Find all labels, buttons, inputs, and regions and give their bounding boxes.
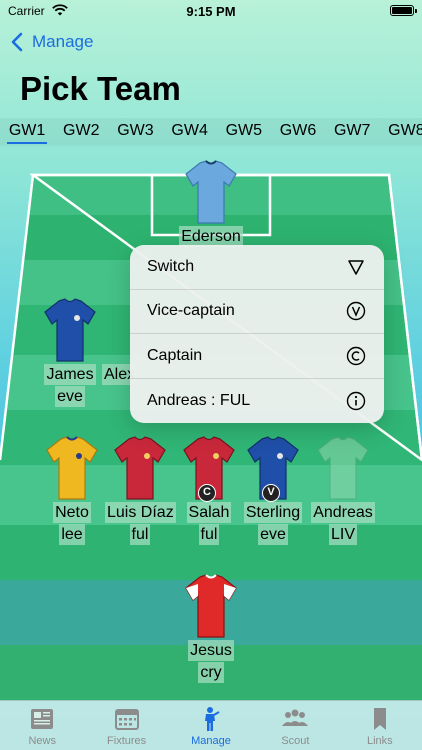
people-icon bbox=[282, 709, 309, 726]
player-name: James bbox=[44, 364, 96, 385]
menu-item-vice-captain[interactable]: Vice-captain bbox=[130, 290, 384, 334]
player-context-menu: Switch Vice-captain Captain Andreas : FU… bbox=[130, 245, 384, 423]
menu-item-label: Captain bbox=[147, 346, 203, 364]
menu-item-label: Andreas : FUL bbox=[147, 391, 251, 409]
tab-news[interactable]: News bbox=[0, 701, 84, 750]
player-gk[interactable]: Ederson bbox=[176, 160, 246, 247]
player-fwd1[interactable]: Jesus cry bbox=[176, 574, 246, 683]
player-mid5[interactable]: Andreas LIV bbox=[308, 436, 378, 545]
player-name: Andreas bbox=[311, 502, 375, 523]
player-team: ful bbox=[198, 524, 220, 545]
shirt-icon bbox=[185, 574, 237, 638]
c-circle-icon bbox=[346, 346, 366, 365]
player-team: lee bbox=[59, 524, 85, 545]
player-team: LIV bbox=[328, 524, 357, 545]
menu-item-captain[interactable]: Captain bbox=[130, 334, 384, 379]
tab-fixtures[interactable]: Fixtures bbox=[84, 701, 168, 750]
shirt-icon bbox=[317, 436, 369, 500]
shirt-icon bbox=[46, 436, 98, 500]
vice-captain-badge: V bbox=[262, 484, 280, 502]
player-name: Jesus bbox=[188, 640, 234, 661]
player-team: ful bbox=[129, 524, 151, 545]
player-mid2[interactable]: Luis Díaz ful bbox=[105, 436, 176, 545]
shirt-icon bbox=[114, 436, 166, 500]
captain-badge: C bbox=[198, 484, 216, 502]
menu-item-label: Vice-captain bbox=[147, 302, 235, 320]
player-mid1[interactable]: Neto lee bbox=[37, 436, 107, 545]
tab-bar: News Fixtures Manage Scout Links bbox=[0, 700, 422, 750]
triangle-icon bbox=[348, 260, 364, 275]
shirt-icon bbox=[44, 298, 96, 362]
tab-links[interactable]: Links bbox=[338, 701, 422, 750]
player-team: eve bbox=[258, 524, 288, 545]
tab-label: Manage bbox=[191, 735, 231, 747]
calendar-icon bbox=[114, 709, 139, 730]
tab-label: Scout bbox=[281, 735, 310, 747]
menu-item-label: Switch bbox=[147, 257, 195, 275]
tab-label: Links bbox=[366, 735, 393, 747]
tab-label: News bbox=[28, 735, 56, 747]
shirt-icon bbox=[185, 160, 237, 224]
player-name: Ederson bbox=[179, 226, 243, 247]
player-name: Neto bbox=[53, 502, 91, 523]
info-circle-icon bbox=[346, 391, 366, 410]
player-name: Luis Díaz bbox=[105, 502, 176, 523]
menu-item-player-info[interactable]: Andreas : FUL bbox=[130, 379, 384, 424]
player-team: cry bbox=[198, 662, 224, 683]
player-mid4[interactable]: V Sterling eve bbox=[238, 436, 308, 545]
player-name: Salah bbox=[186, 502, 232, 523]
tab-manage[interactable]: Manage bbox=[169, 701, 253, 750]
player-mid3[interactable]: C Salah ful bbox=[174, 436, 244, 545]
player-name: Sterling bbox=[243, 502, 303, 523]
newspaper-icon bbox=[31, 709, 54, 729]
tab-scout[interactable]: Scout bbox=[253, 701, 337, 750]
player-team: eve bbox=[55, 386, 85, 407]
v-circle-icon bbox=[346, 302, 366, 321]
menu-item-switch[interactable]: Switch bbox=[130, 245, 384, 290]
bookmark-icon bbox=[373, 708, 386, 730]
tab-label: Fixtures bbox=[107, 735, 147, 747]
person-icon bbox=[205, 707, 220, 731]
